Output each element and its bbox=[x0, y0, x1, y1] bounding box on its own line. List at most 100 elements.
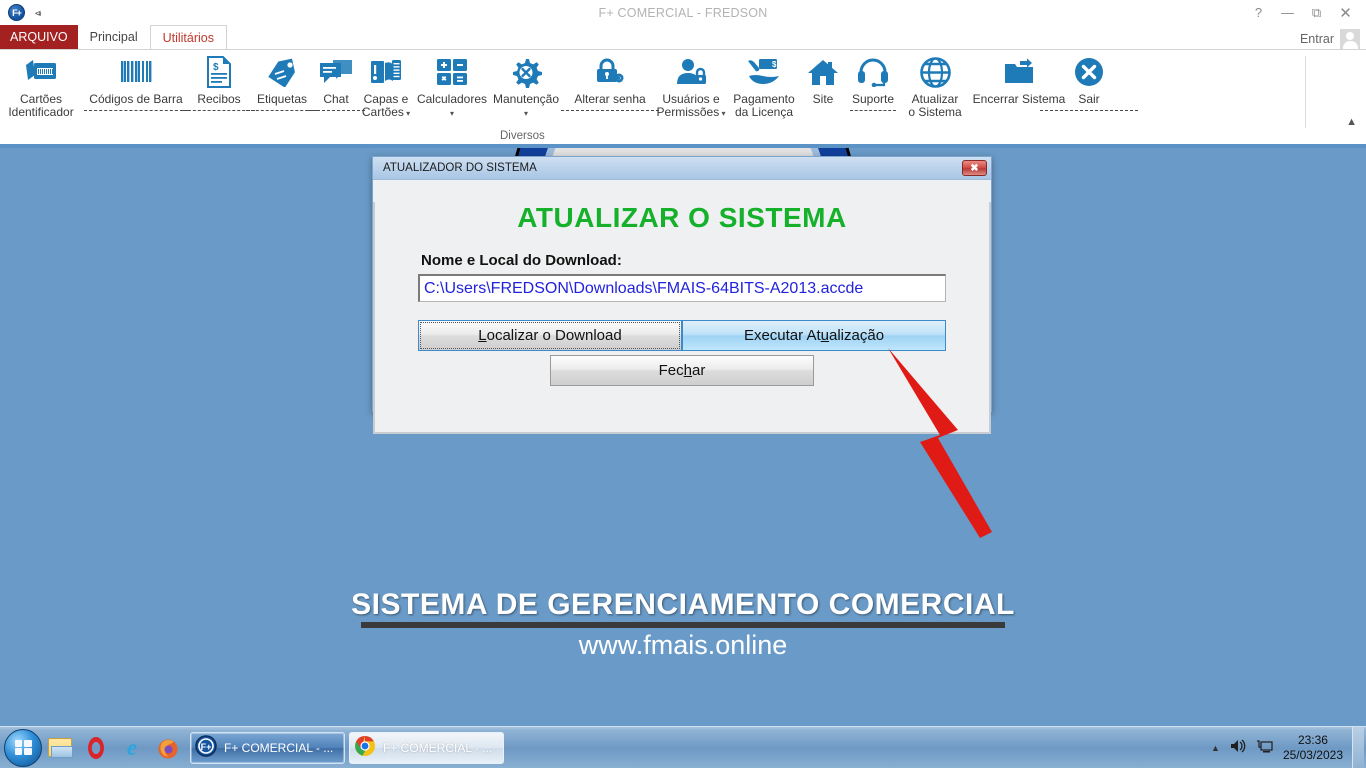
app-logo-icon[interactable]: F+ bbox=[8, 4, 25, 21]
ribbon-button-sublabel bbox=[183, 106, 255, 119]
window-title: F+ COMERCIAL - FREDSON bbox=[598, 5, 768, 20]
chevron-up-icon[interactable]: ▲ bbox=[1211, 743, 1220, 753]
help-icon[interactable]: ? bbox=[1244, 2, 1273, 24]
exit-folder-icon bbox=[1003, 54, 1035, 90]
ribbon-button-sublabel: da Licença bbox=[734, 105, 794, 119]
tagline: SISTEMA DE GERENCIAMENTO COMERCIAL bbox=[351, 588, 1015, 621]
ribbon-button-label: Códigos de Barra bbox=[89, 92, 183, 106]
ribbon-button-capas-e[interactable]: Capas e Cartões ▾ bbox=[356, 54, 416, 119]
site-url: www.fmais.online bbox=[578, 630, 788, 660]
dialog-close-button[interactable]: ✖ bbox=[962, 160, 987, 176]
close-circle-icon bbox=[1074, 54, 1104, 90]
headset-icon bbox=[857, 54, 889, 90]
ribbon-button-c-digos-de-barra[interactable]: Códigos de Barra bbox=[82, 54, 190, 119]
chevron-down-icon[interactable]: ▾ bbox=[450, 109, 454, 118]
ribbon-button-label: Recibos bbox=[197, 92, 241, 106]
show-desktop-button[interactable] bbox=[1352, 726, 1364, 768]
receipt-icon: $ bbox=[204, 54, 234, 90]
tab-utilitarios[interactable]: Utilitários bbox=[149, 25, 227, 49]
ribbon-button-alterar-senha[interactable]: Alterar senha bbox=[561, 54, 659, 119]
internet-explorer-icon[interactable]: e bbox=[114, 729, 150, 767]
dashed-separator bbox=[1040, 110, 1138, 111]
executar-atualizacao-button[interactable]: Executar Atualização bbox=[682, 320, 946, 351]
opera-icon[interactable] bbox=[78, 729, 114, 767]
sign-in-area[interactable]: Entrar bbox=[1300, 29, 1366, 49]
clock-date: 25/03/2023 bbox=[1282, 747, 1343, 762]
taskbar-task-label: F+ COMERCIAL - ... bbox=[383, 740, 493, 755]
ribbon-tab-bar: ARQUIVO Principal Utilitários Entrar bbox=[0, 25, 1366, 49]
ribbon-button-site[interactable]: Site bbox=[802, 54, 844, 106]
ribbon-divider bbox=[1305, 56, 1306, 128]
ribbon-button-sair[interactable]: Sair bbox=[1040, 54, 1138, 119]
tag-icon bbox=[265, 54, 299, 90]
tagline-rule bbox=[361, 622, 1005, 628]
localizar-download-button[interactable]: Localizar o Download bbox=[418, 320, 682, 351]
ribbon-button-encerrar-sistema[interactable]: Encerrar Sistema bbox=[968, 54, 1070, 106]
ribbon-button-label: Calculadores bbox=[416, 92, 488, 106]
file-explorer-icon[interactable] bbox=[42, 729, 78, 767]
ribbon-button-sublabel bbox=[850, 106, 896, 119]
home-icon bbox=[807, 54, 839, 90]
chat-icon bbox=[319, 54, 353, 90]
gear-wrench-icon bbox=[510, 54, 542, 90]
ribbon-button-sublabel: ▾ bbox=[450, 106, 454, 119]
ribbon-button-calculadores[interactable]: Calculadores ▾ bbox=[416, 54, 488, 119]
tab-arquivo[interactable]: ARQUIVO bbox=[0, 25, 78, 49]
ribbon-button-recibos[interactable]: $ Recibos bbox=[183, 54, 255, 119]
restore-icon[interactable]: ⧉ bbox=[1302, 2, 1331, 24]
ribbon-button-sublabel: Identificador bbox=[8, 105, 74, 119]
lock-key-icon bbox=[594, 54, 626, 90]
taskbar-task-chrome[interactable]: F+ COMERCIAL - ... bbox=[349, 731, 504, 764]
quick-access-toolbar[interactable]: F+ ⩹ bbox=[0, 4, 200, 21]
ribbon-button-cart-es[interactable]: Cartões Identificador bbox=[0, 54, 82, 119]
ribbon-button-sublabel: Permissões ▾ bbox=[656, 105, 726, 119]
speaker-icon[interactable] bbox=[1229, 738, 1247, 757]
dialog-button-row: Localizar o Download Executar Atualizaçã… bbox=[375, 320, 989, 351]
ribbon-button-suporte[interactable]: Suporte bbox=[844, 54, 902, 119]
start-button[interactable] bbox=[4, 728, 42, 767]
ribbon-button-etiquetas[interactable]: Etiquetas bbox=[246, 54, 318, 119]
ribbon-button-usu-rios-e[interactable]: Usuários e Permissões ▾ bbox=[656, 54, 726, 119]
ribbon-button-sublabel bbox=[84, 106, 188, 119]
system-tray: ▲ 23:36 25/03/2023 bbox=[1211, 726, 1366, 768]
dashed-separator bbox=[84, 110, 188, 111]
clock[interactable]: 23:36 25/03/2023 bbox=[1283, 733, 1343, 763]
ribbon-button-sublabel bbox=[1040, 106, 1138, 119]
user-lock-icon bbox=[675, 54, 707, 90]
ribbon-button-label: Chat bbox=[323, 92, 349, 106]
chevron-down-icon[interactable]: ⩹ bbox=[35, 7, 41, 18]
barcode-icon bbox=[119, 54, 153, 90]
dialog-title-bar[interactable]: ATUALIZADOR DO SISTEMA ✖ bbox=[373, 157, 991, 180]
ribbon-button-atualizar[interactable]: Atualizar o Sistema bbox=[902, 54, 968, 119]
chevron-down-icon[interactable]: ▾ bbox=[524, 109, 528, 118]
folder-cards-icon bbox=[369, 54, 403, 90]
network-icon[interactable] bbox=[1256, 738, 1274, 757]
window-controls: ? — ⧉ ✕ bbox=[1166, 2, 1366, 24]
download-path-input[interactable]: C:\Users\FREDSON\Downloads\FMAIS-64BITS-… bbox=[418, 274, 946, 302]
chevron-down-icon[interactable]: ▾ bbox=[404, 109, 410, 118]
fechar-button[interactable]: Fechar bbox=[550, 355, 814, 386]
globe-icon bbox=[919, 54, 951, 90]
ribbon-button-label: Sair bbox=[1078, 92, 1100, 106]
dialog-title: ATUALIZADOR DO SISTEMA bbox=[383, 162, 537, 174]
ribbon-button-sublabel: Cartões ▾ bbox=[361, 105, 411, 119]
minimize-icon[interactable]: — bbox=[1273, 2, 1302, 24]
ribbon-button-label: Encerrar Sistema bbox=[972, 92, 1066, 106]
ribbon-button-pagamento[interactable]: $ Pagamento da Licença bbox=[726, 54, 802, 119]
ribbon-button-chat[interactable]: Chat bbox=[307, 54, 365, 119]
close-icon[interactable]: ✕ bbox=[1331, 2, 1360, 24]
sign-in-label[interactable]: Entrar bbox=[1300, 32, 1334, 46]
avatar[interactable] bbox=[1340, 29, 1360, 49]
ribbon-button-sublabel bbox=[561, 106, 659, 119]
dialog-body: ATUALIZAR O SISTEMA Nome e Local do Down… bbox=[373, 202, 991, 434]
ribbon-button-manuten-o[interactable]: Manutenção ▾ bbox=[488, 54, 564, 119]
dialog-heading: ATUALIZAR O SISTEMA bbox=[517, 202, 847, 233]
firefox-icon[interactable] bbox=[150, 729, 186, 767]
chevron-up-icon[interactable]: ▲ bbox=[1346, 116, 1357, 128]
tab-principal[interactable]: Principal bbox=[78, 25, 150, 49]
ribbon-button-label: Suporte bbox=[851, 92, 895, 106]
download-path-label: Nome e Local do Download: bbox=[421, 252, 622, 269]
taskbar-task-fplus[interactable]: F+ F+ COMERCIAL - ... bbox=[190, 731, 345, 764]
svg-text:$: $ bbox=[213, 62, 219, 73]
chevron-down-icon[interactable]: ▾ bbox=[719, 109, 725, 118]
